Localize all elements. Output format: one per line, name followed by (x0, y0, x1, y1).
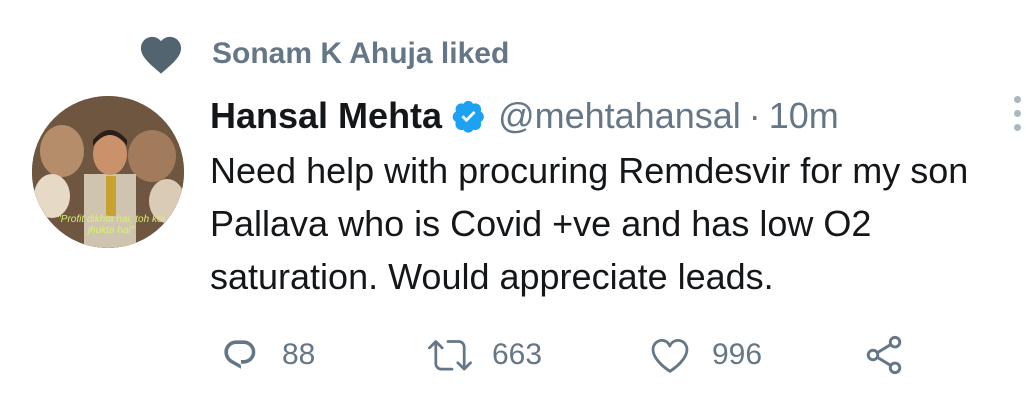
share-button[interactable] (862, 330, 906, 380)
like-button[interactable]: 996 (648, 330, 762, 380)
tweet-header: Hansal Mehta @mehtahansal · 10m (210, 92, 839, 140)
author-name[interactable]: Hansal Mehta (210, 95, 442, 137)
reply-button[interactable]: 88 (218, 330, 315, 380)
tweet-actions: 88 663 996 (218, 330, 938, 380)
heart-icon (140, 36, 182, 74)
reply-icon (224, 340, 256, 369)
social-context[interactable]: Sonam K Ahuja liked (138, 30, 509, 78)
more-options-icon[interactable] (1014, 96, 1026, 132)
retweet-count: 663 (492, 338, 543, 371)
author-handle[interactable]: @mehtahansal (498, 95, 741, 137)
like-count: 996 (712, 338, 763, 371)
verified-badge-icon (452, 100, 484, 133)
retweet-icon (428, 340, 472, 371)
tweet-timestamp[interactable]: 10m (769, 95, 839, 137)
like-icon (651, 339, 689, 373)
reply-count: 88 (282, 338, 316, 371)
tweet-text: Need help with procuring Remdesvir for m… (210, 150, 979, 297)
avatar-caption: "Profit dikhta hai, toh koi jhukta hai" (57, 214, 165, 236)
retweet-button[interactable]: 663 (428, 330, 542, 380)
separator-dot: · (748, 95, 761, 136)
social-context-text: Sonam K Ahuja liked (212, 37, 510, 70)
avatar[interactable]: "Profit dikhta hai, toh koi jhukta hai" (32, 96, 184, 248)
share-icon (866, 335, 902, 375)
